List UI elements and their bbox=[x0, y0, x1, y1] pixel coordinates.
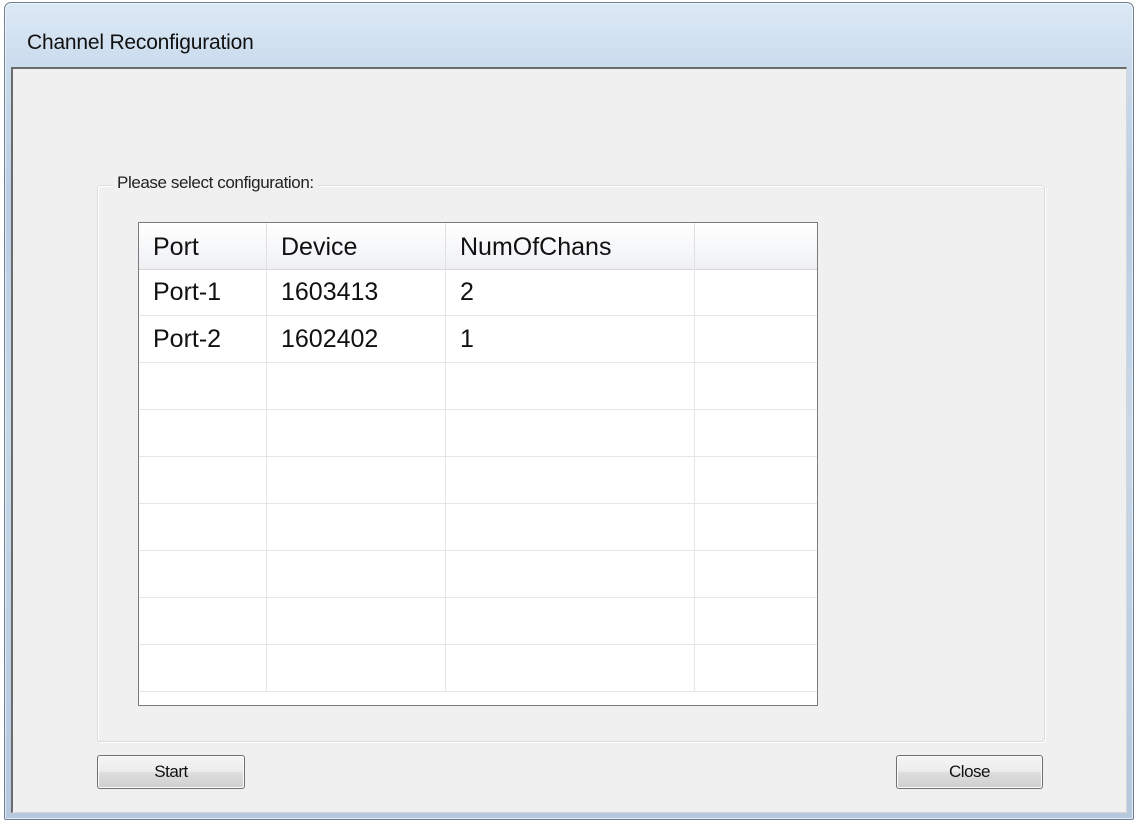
empty-cell[interactable] bbox=[695, 598, 817, 644]
configuration-group-label: Please select configuration: bbox=[113, 173, 318, 193]
window-title: Channel Reconfiguration bbox=[27, 31, 254, 54]
configuration-table[interactable]: Port Device NumOfChans Port-1 1603413 2 … bbox=[138, 222, 818, 706]
column-header-blank[interactable] bbox=[695, 223, 817, 269]
empty-cell[interactable] bbox=[695, 551, 817, 597]
empty-table-row[interactable] bbox=[139, 410, 817, 457]
empty-cell[interactable] bbox=[446, 363, 695, 409]
cell-blank[interactable] bbox=[695, 269, 817, 315]
empty-cell[interactable] bbox=[267, 645, 446, 691]
empty-cell[interactable] bbox=[139, 410, 267, 456]
empty-cell[interactable] bbox=[695, 363, 817, 409]
empty-cell[interactable] bbox=[267, 551, 446, 597]
empty-cell[interactable] bbox=[139, 457, 267, 503]
cell-device[interactable]: 1602402 bbox=[267, 316, 446, 362]
close-button[interactable]: Close bbox=[896, 755, 1043, 789]
empty-cell[interactable] bbox=[139, 363, 267, 409]
table-row[interactable]: Port-2 1602402 1 bbox=[139, 316, 817, 363]
empty-cell[interactable] bbox=[446, 504, 695, 550]
empty-table-row[interactable] bbox=[139, 598, 817, 645]
empty-cell[interactable] bbox=[446, 457, 695, 503]
empty-cell[interactable] bbox=[139, 645, 267, 691]
start-button[interactable]: Start bbox=[97, 755, 245, 789]
empty-cell[interactable] bbox=[446, 645, 695, 691]
empty-cell[interactable] bbox=[139, 598, 267, 644]
cell-port[interactable]: Port-2 bbox=[139, 316, 267, 362]
empty-cell[interactable] bbox=[695, 410, 817, 456]
empty-cell[interactable] bbox=[267, 410, 446, 456]
empty-cell[interactable] bbox=[695, 645, 817, 691]
table-row[interactable]: Port-1 1603413 2 bbox=[139, 269, 817, 316]
dialog-window: Channel Reconfiguration Please select co… bbox=[4, 2, 1134, 820]
empty-cell[interactable] bbox=[695, 504, 817, 550]
empty-cell[interactable] bbox=[267, 598, 446, 644]
empty-cell[interactable] bbox=[446, 410, 695, 456]
empty-cell[interactable] bbox=[267, 504, 446, 550]
table-header: Port Device NumOfChans bbox=[139, 223, 817, 270]
empty-cell[interactable] bbox=[446, 598, 695, 644]
empty-cell[interactable] bbox=[695, 457, 817, 503]
cell-port[interactable]: Port-1 bbox=[139, 269, 267, 315]
empty-table-row[interactable] bbox=[139, 457, 817, 504]
configuration-group-box: Please select configuration: Port Device… bbox=[97, 173, 1045, 742]
cell-device[interactable]: 1603413 bbox=[267, 269, 446, 315]
cell-blank[interactable] bbox=[695, 316, 817, 362]
dialog-client-area: Please select configuration: Port Device… bbox=[11, 67, 1127, 813]
empty-cell[interactable] bbox=[139, 551, 267, 597]
empty-table-row[interactable] bbox=[139, 504, 817, 551]
cell-numofchans[interactable]: 1 bbox=[446, 316, 695, 362]
cell-numofchans[interactable]: 2 bbox=[446, 269, 695, 315]
column-header-numofchans[interactable]: NumOfChans bbox=[446, 223, 695, 269]
empty-cell[interactable] bbox=[267, 363, 446, 409]
empty-table-row[interactable] bbox=[139, 363, 817, 410]
title-bar[interactable]: Channel Reconfiguration bbox=[5, 3, 1133, 63]
empty-cell[interactable] bbox=[267, 457, 446, 503]
empty-cell[interactable] bbox=[446, 551, 695, 597]
column-header-port[interactable]: Port bbox=[139, 223, 267, 269]
empty-table-row[interactable] bbox=[139, 551, 817, 598]
column-header-device[interactable]: Device bbox=[267, 223, 446, 269]
empty-cell[interactable] bbox=[139, 504, 267, 550]
empty-table-row[interactable] bbox=[139, 645, 817, 692]
